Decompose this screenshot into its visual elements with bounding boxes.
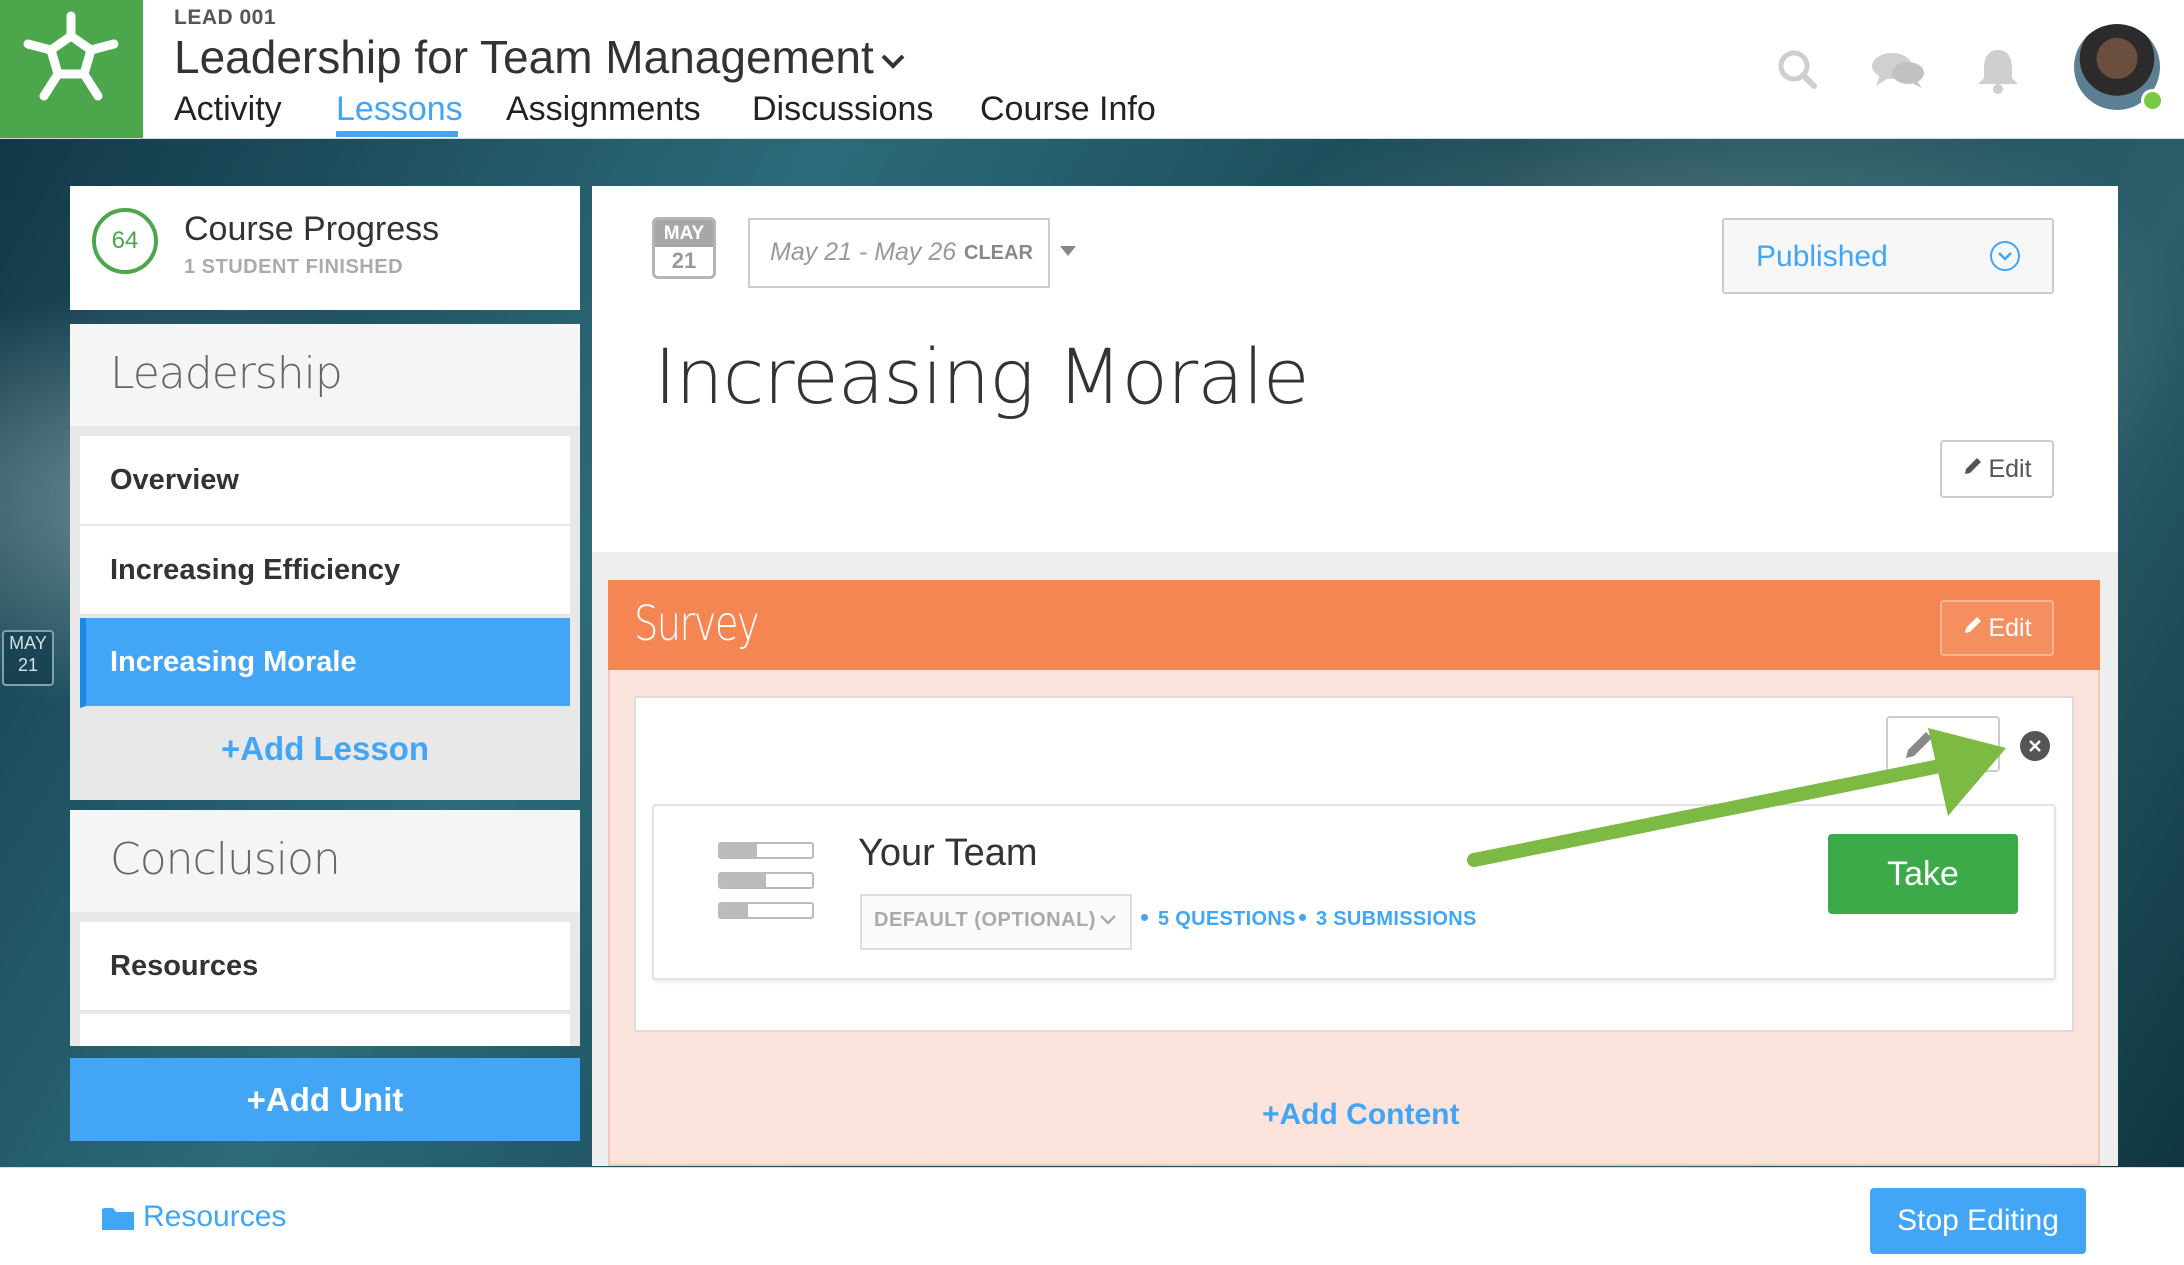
clear-date-button[interactable]: CLEAR: [964, 242, 1033, 265]
add-unit-button[interactable]: +Add Unit: [70, 1058, 580, 1141]
date-range-text: May 21 - May 26: [770, 238, 957, 266]
pencil-icon: [1962, 614, 1984, 643]
separator-dot: •: [1140, 902, 1150, 932]
status-select-value: Published: [1756, 240, 1888, 273]
calendar-icon[interactable]: MAY 21: [652, 217, 716, 279]
bell-icon[interactable]: [1970, 42, 2026, 98]
survey-name[interactable]: Your Team: [858, 832, 1038, 875]
lesson-item-increasing-morale[interactable]: Increasing Morale: [80, 618, 570, 708]
unit-title[interactable]: Leadership: [110, 348, 343, 399]
tab-course-info[interactable]: Course Info: [980, 90, 1156, 129]
progress-title: Course Progress: [184, 210, 440, 248]
edit-lesson-button[interactable]: Edit: [1940, 440, 2054, 498]
chevron-down-icon: [880, 44, 906, 78]
online-status-indicator: [2141, 89, 2164, 112]
survey-section-title: Survey: [634, 596, 760, 652]
pencil-icon: [1962, 455, 1984, 484]
edit-button-label: Edit: [1988, 454, 2032, 483]
resources-link[interactable]: Resources: [143, 1200, 286, 1234]
survey-section-header: [608, 580, 2100, 670]
tab-assignments[interactable]: Assignments: [506, 90, 701, 129]
chat-bubbles-icon[interactable]: [1866, 42, 1930, 98]
lesson-item-partial: [80, 1014, 570, 1046]
unit-title[interactable]: Conclusion: [110, 834, 341, 885]
questions-link[interactable]: 5 QUESTIONS: [1158, 908, 1296, 931]
caret-down-icon[interactable]: [1060, 246, 1076, 256]
lesson-item-resources[interactable]: Resources: [80, 922, 570, 1012]
tab-discussions[interactable]: Discussions: [752, 90, 933, 129]
submissions-link[interactable]: 3 SUBMISSIONS: [1316, 908, 1477, 931]
edit-button-label: Edit: [1988, 613, 2032, 642]
progress-ring: 64: [92, 208, 158, 274]
tab-lessons[interactable]: Lessons: [336, 90, 463, 129]
add-lesson-link[interactable]: +Add Lesson: [70, 730, 580, 768]
stop-editing-button[interactable]: Stop Editing: [1870, 1188, 2086, 1254]
app-logo[interactable]: [0, 0, 143, 138]
survey-icon: [718, 842, 814, 920]
folder-icon[interactable]: [102, 1206, 134, 1230]
add-content-link[interactable]: +Add Content: [1262, 1098, 1459, 1132]
calendar-month: MAY: [655, 220, 713, 247]
side-date-month: MAY: [9, 633, 47, 653]
grading-category-value: DEFAULT (OPTIONAL): [874, 909, 1096, 931]
side-date-marker: MAY 21: [2, 630, 54, 686]
chevron-down-icon: [1098, 907, 1118, 933]
lesson-item-overview[interactable]: Overview: [80, 436, 570, 526]
course-title-dropdown[interactable]: Leadership for Team Management: [174, 30, 906, 84]
progress-subtitle: 1 STUDENT FINISHED: [184, 256, 404, 278]
annotation-arrow: [1467, 728, 2006, 867]
edit-survey-section-button[interactable]: Edit: [1940, 600, 2054, 656]
side-date-day: 21: [17, 655, 39, 675]
lesson-title: Increasing Morale: [654, 332, 1310, 421]
chevron-down-circle-icon: [1990, 241, 2020, 271]
tab-activity[interactable]: Activity: [174, 90, 282, 129]
separator-dot: •: [1298, 902, 1308, 932]
course-title-text: Leadership for Team Management: [174, 31, 874, 83]
logo-icon: [23, 11, 119, 101]
footer-bar: [0, 1167, 2184, 1265]
calendar-day: 21: [671, 248, 697, 273]
active-tab-indicator: [336, 131, 458, 137]
lesson-item-increasing-efficiency[interactable]: Increasing Efficiency: [80, 526, 570, 616]
search-icon[interactable]: [1770, 42, 1826, 98]
course-code: LEAD 001: [174, 6, 277, 29]
